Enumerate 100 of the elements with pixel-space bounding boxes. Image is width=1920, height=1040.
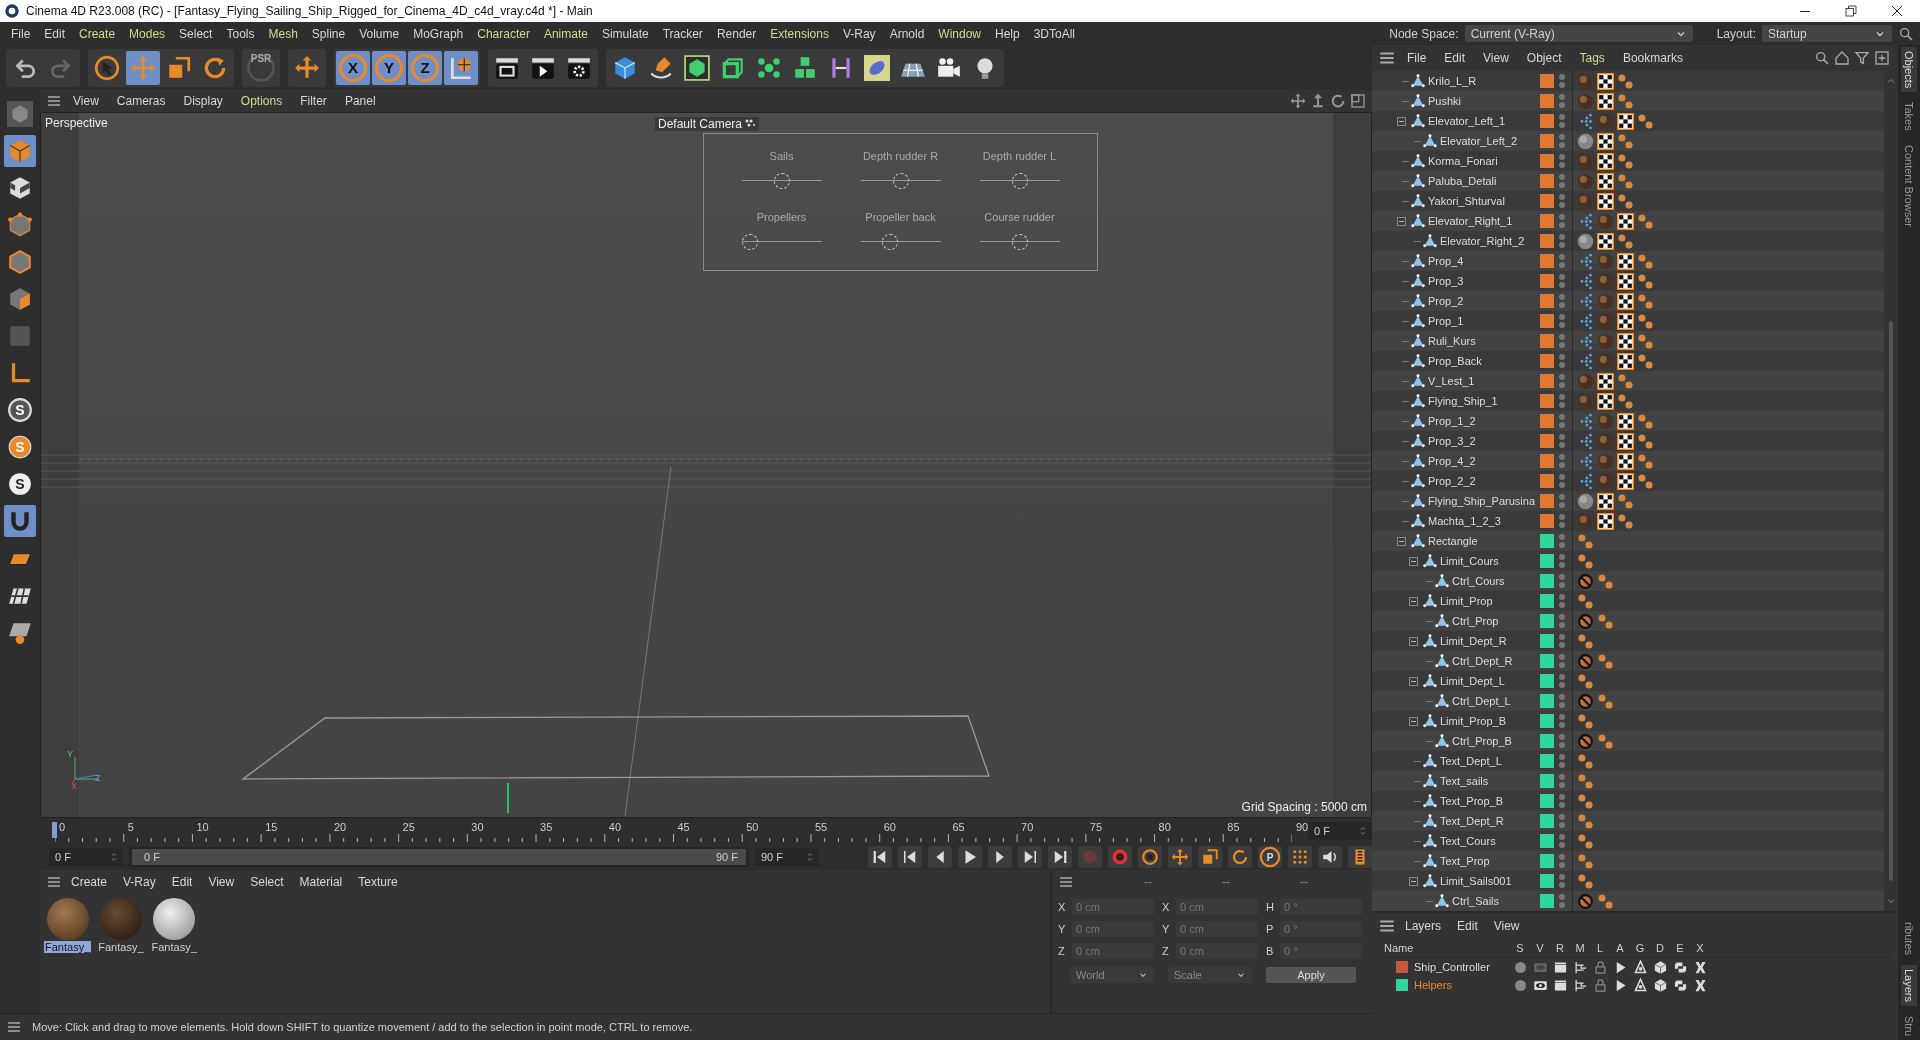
snap-button[interactable]: S <box>4 394 36 426</box>
column-header[interactable]: V <box>1530 942 1550 954</box>
menu-item[interactable]: Material <box>292 875 350 889</box>
menu-item[interactable]: Create <box>72 26 123 41</box>
menu-item[interactable]: File <box>4 26 38 41</box>
menu-item[interactable]: Cameras <box>109 94 173 108</box>
object-name[interactable]: Text_Dept_L <box>1440 755 1502 767</box>
menu-item[interactable]: Filter <box>293 94 334 108</box>
menu-item[interactable]: Object <box>1519 51 1569 65</box>
side-tab[interactable]: Stru <box>1901 1011 1917 1040</box>
menu-item[interactable]: V-Ray <box>116 875 163 889</box>
object-name[interactable]: Elevator_Left_1 <box>1428 115 1506 127</box>
menu-item[interactable]: Help <box>988 26 1027 41</box>
menu-item[interactable]: Edit <box>1450 919 1485 933</box>
object-name[interactable]: Text_sails <box>1440 775 1489 787</box>
object-name[interactable]: Text_Dept_R <box>1440 815 1504 827</box>
menu-item[interactable]: V-Ray <box>835 26 883 41</box>
menu-item[interactable]: Arnold <box>882 26 932 41</box>
object-name[interactable]: Prop_3 <box>1428 275 1464 287</box>
menu-item[interactable]: Display <box>176 94 230 108</box>
column-header[interactable]: D <box>1650 942 1670 954</box>
object-name[interactable]: Krilo_L_R <box>1428 75 1477 87</box>
apply-button[interactable]: Apply <box>1266 967 1356 983</box>
layer-name[interactable]: Helpers <box>1414 979 1452 991</box>
object-name[interactable]: Limit_Dept_L <box>1440 675 1505 687</box>
menu-item[interactable]: Tools <box>219 26 262 41</box>
column-header[interactable]: A <box>1610 942 1630 954</box>
column-header[interactable]: S <box>1510 942 1530 954</box>
menu-item[interactable]: Bookmarks <box>1615 51 1690 65</box>
menu-item[interactable]: Animate <box>536 26 595 41</box>
axis-button[interactable]: X <box>336 50 370 85</box>
object-name[interactable]: Pushki <box>1428 95 1462 107</box>
object-name[interactable]: Limit_Dept_R <box>1440 635 1507 647</box>
menu-item[interactable]: Extensions <box>763 26 836 41</box>
column-header[interactable]: R <box>1550 942 1570 954</box>
object-name[interactable]: Limit_Sails001 <box>1440 875 1512 887</box>
object-name[interactable]: Text_Prop_B <box>1440 795 1503 807</box>
menu-item[interactable]: View <box>1476 51 1516 65</box>
object-name[interactable]: Yakori_Shturval <box>1428 195 1505 207</box>
object-name[interactable]: Limit_Prop_B <box>1440 715 1507 727</box>
object-name[interactable]: Ctrl_Prop_B <box>1452 735 1512 747</box>
object-name[interactable]: Elevator_Left_2 <box>1440 135 1518 147</box>
object-name[interactable]: Ctrl_Prop <box>1452 615 1499 627</box>
object-name[interactable]: Prop_2_2 <box>1428 475 1476 487</box>
object-name[interactable]: Prop_4_2 <box>1428 455 1476 467</box>
menu-item[interactable]: Edit <box>164 875 200 889</box>
menu-item[interactable]: File <box>1400 51 1434 65</box>
object-name[interactable]: Ctrl_Cours <box>1452 575 1505 587</box>
camera-label[interactable]: Default Camera <box>655 117 760 131</box>
frame-field[interactable]: 0 F <box>1308 822 1372 840</box>
material-name[interactable]: Fantasy_ <box>150 941 198 953</box>
layout-dropdown[interactable]: Startup <box>1762 25 1892 42</box>
object-name[interactable]: Prop_4 <box>1428 255 1464 267</box>
start-frame-field[interactable]: 0 F <box>49 848 123 866</box>
object-name[interactable]: Text_Cours <box>1440 835 1496 847</box>
object-name[interactable]: Text_Prop <box>1440 855 1490 867</box>
object-name[interactable]: Machta_1_2_3 <box>1428 515 1501 527</box>
menu-item[interactable]: Render <box>709 26 764 41</box>
side-tab[interactable]: Layers <box>1901 964 1917 1006</box>
menu-item[interactable]: Texture <box>351 875 405 889</box>
side-tab[interactable]: Content Browser <box>1901 141 1917 231</box>
menu-item[interactable]: Tracker <box>655 26 710 41</box>
object-name[interactable]: Ctrl_Dept_L <box>1452 695 1511 707</box>
menu-item[interactable]: View <box>1486 919 1527 933</box>
column-header[interactable]: M <box>1570 942 1590 954</box>
menu-item[interactable]: 3DToAll <box>1026 26 1083 41</box>
menu-item[interactable]: Panel <box>337 94 383 108</box>
psr-button[interactable]: PSR <box>244 50 278 85</box>
menu-item[interactable]: Tags <box>1572 51 1612 65</box>
object-name[interactable]: Ctrl_Sails <box>1452 895 1500 907</box>
material-name[interactable]: Fantasy_ <box>44 941 92 953</box>
object-name[interactable]: Elevator_Right_1 <box>1428 215 1513 227</box>
axis-button[interactable]: Z <box>408 50 442 85</box>
object-name[interactable]: Prop_3_2 <box>1428 435 1476 447</box>
object-name[interactable]: Ruli_Kurs <box>1428 335 1476 347</box>
side-tab[interactable]: Takes <box>1901 98 1917 136</box>
menu-item[interactable]: Create <box>64 875 115 889</box>
object-name[interactable]: V_Lest_1 <box>1428 375 1475 387</box>
menu-item[interactable]: View <box>201 875 242 889</box>
menu-item[interactable]: Window <box>931 26 988 41</box>
column-header[interactable]: L <box>1590 942 1610 954</box>
object-name[interactable]: Prop_2 <box>1428 295 1464 307</box>
menu-item[interactable]: Simulate <box>594 26 656 41</box>
menu-item[interactable]: View <box>66 94 106 108</box>
menu-item[interactable]: Character <box>470 26 537 41</box>
column-header[interactable]: E <box>1670 942 1690 954</box>
object-name[interactable]: Elevator_Right_2 <box>1440 235 1525 247</box>
menu-item[interactable]: Select <box>243 875 291 889</box>
column-header[interactable]: G <box>1630 942 1650 954</box>
end-frame-field[interactable]: 90 F <box>755 848 819 866</box>
object-name[interactable]: Ctrl_Dept_R <box>1452 655 1513 667</box>
menu-item[interactable]: Modes <box>122 26 173 41</box>
menu-item[interactable]: Options <box>233 94 290 108</box>
column-header[interactable]: X <box>1690 942 1710 954</box>
snap-button[interactable]: S <box>4 468 36 500</box>
object-name[interactable]: Flying_Ship_1 <box>1428 395 1498 407</box>
menu-item[interactable]: Edit <box>37 26 73 41</box>
layer-name[interactable]: Ship_Controller <box>1414 961 1490 973</box>
menu-item[interactable]: Layers <box>1398 919 1449 933</box>
object-name[interactable]: Korma_Fonari <box>1428 155 1498 167</box>
